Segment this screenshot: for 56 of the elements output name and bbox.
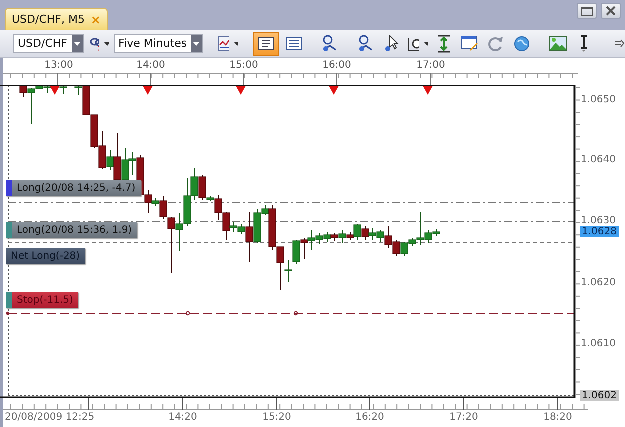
close-button[interactable] — [601, 3, 621, 19]
vertical-fit-icon — [437, 34, 452, 52]
candle — [60, 86, 68, 94]
restore-button[interactable] — [577, 3, 597, 19]
image-icon — [549, 36, 568, 51]
time-label: 14:00 — [136, 60, 166, 71]
price-label: 1.0640 — [581, 154, 616, 166]
price-label: 1.0610 — [581, 338, 616, 350]
caret-icon — [424, 42, 428, 46]
panel-icon — [258, 37, 274, 50]
cursor-icon — [384, 34, 400, 52]
panel-button[interactable] — [253, 32, 280, 56]
position-tag[interactable]: Net Long(-28) — [6, 248, 86, 264]
chain-remove-icon — [88, 36, 100, 52]
time-label: 15:00 — [230, 60, 258, 71]
time-label: 13:00 — [44, 60, 74, 71]
low-price-label: 1.0602 — [580, 390, 619, 402]
time-label: 15:20 — [262, 412, 292, 423]
restore-icon — [581, 6, 593, 16]
position-tag[interactable]: Long(20/08 14:25, -4.7) — [6, 180, 141, 196]
timeframe-dropdown[interactable]: Five Minutes — [114, 34, 204, 53]
dropdown-arrow-icon — [193, 42, 200, 46]
trade-marker-icon — [236, 86, 246, 95]
overflow-icon — [615, 38, 625, 48]
trade-marker-icon — [329, 86, 339, 95]
refresh-icon — [488, 36, 504, 52]
chart-tab[interactable]: USD/CHF, M5 × — [5, 8, 108, 30]
note-icon — [461, 36, 480, 52]
position-tag[interactable]: Stop(-11.5) — [6, 292, 78, 308]
wave-chart-icon — [218, 36, 229, 51]
time-label: 16:20 — [356, 412, 384, 423]
trade-marker-icon — [50, 86, 60, 95]
caret-icon — [104, 42, 108, 46]
price-label: 1.0630 — [581, 216, 616, 226]
position-tag[interactable]: Long(20/08 15:36, 1.9) — [6, 222, 138, 238]
time-label: 17:20 — [450, 412, 478, 423]
list-icon — [286, 37, 302, 50]
magnifier-arrow-icon — [321, 34, 340, 52]
time-label: 18:20 — [544, 412, 572, 423]
close-icon — [606, 6, 616, 16]
globe-icon — [514, 36, 530, 52]
time-label: 17:00 — [416, 60, 446, 71]
caret-icon — [234, 42, 238, 46]
tab-title: USD/CHF, M5 — [12, 13, 85, 26]
trade-marker-icon — [143, 86, 153, 95]
dropdown-arrow-icon — [74, 42, 80, 46]
symbol-dropdown[interactable]: USD/CHF — [13, 34, 84, 53]
current-price-label: 1.0628 — [580, 226, 619, 238]
time-label: 16:00 — [322, 60, 352, 71]
price-label: 1.0650 — [581, 94, 616, 106]
time-label: 14:20 — [168, 412, 198, 423]
time-label: 20/08/2009 12:25 — [5, 412, 95, 423]
price-label: 1.0620 — [581, 278, 616, 288]
text-cursor-icon — [579, 34, 590, 52]
trade-marker-icon — [423, 86, 433, 95]
magnifier-arrow-icon — [357, 34, 376, 52]
